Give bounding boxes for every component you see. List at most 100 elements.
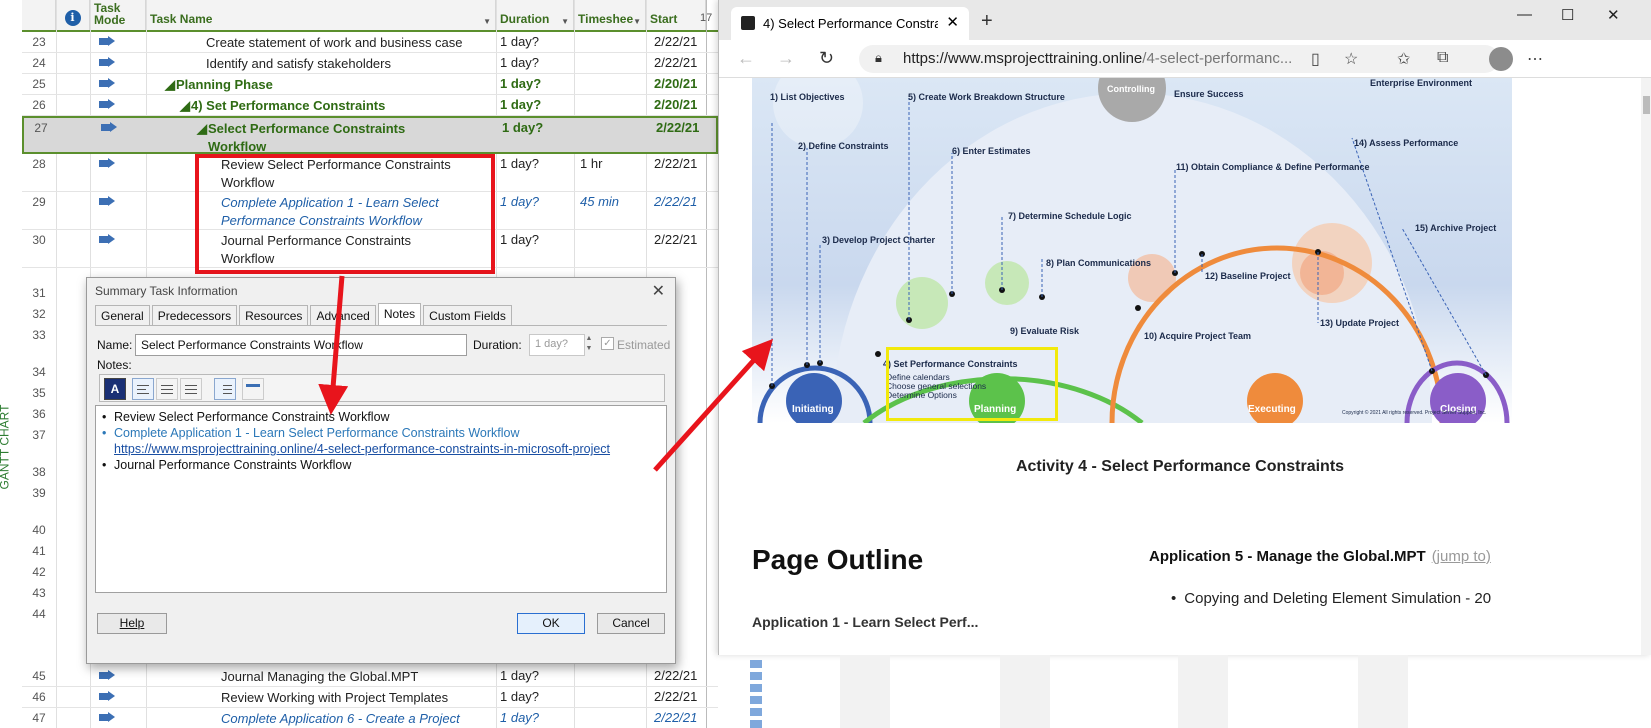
process-diagram-image: Controlling Ensure Success Enterprise En… xyxy=(752,78,1512,423)
tab-predecessors[interactable]: Predecessors xyxy=(151,305,238,325)
collections-icon[interactable]: ⧉ xyxy=(1437,49,1448,67)
page-outline-heading: Page Outline xyxy=(752,544,924,575)
process-arcs xyxy=(757,78,1510,423)
bullets-icon[interactable] xyxy=(214,378,236,400)
refresh-icon[interactable]: ↻ xyxy=(819,48,834,69)
close-tab-icon[interactable]: ✕ xyxy=(946,13,959,31)
duration-label: Duration: xyxy=(473,338,522,352)
collapse-triangle-icon[interactable]: ◢ xyxy=(197,120,207,138)
font-icon[interactable]: A xyxy=(104,378,126,400)
table-row[interactable]: 45 Journal Managing the Global.MPT 1 day… xyxy=(22,666,718,687)
gantt-bars xyxy=(750,660,762,728)
auto-schedule-icon xyxy=(99,99,117,111)
new-tab-icon[interactable]: + xyxy=(981,10,993,33)
ok-button[interactable]: OK xyxy=(517,613,585,634)
yellow-highlight-box xyxy=(886,347,1058,421)
maximize-icon[interactable]: ☐ xyxy=(1561,6,1574,24)
name-label: Name: xyxy=(97,338,133,352)
auto-schedule-icon xyxy=(101,122,119,134)
align-right-icon[interactable] xyxy=(180,378,202,400)
outline-bullet: • Copying and Deleting Element Simulation… xyxy=(1171,590,1492,607)
auto-schedule-icon xyxy=(99,36,117,48)
insert-object-icon[interactable] xyxy=(242,378,264,400)
forward-icon[interactable]: → xyxy=(777,48,795,69)
note-hyperlink[interactable]: https://www.msprojecttraining.online/4-s… xyxy=(102,441,660,457)
info-icon: i xyxy=(64,10,81,26)
browser-background: 4) Select Performance Constraint ✕ + — ☐… xyxy=(718,0,1651,728)
close-window-icon[interactable]: ✕ xyxy=(1607,6,1620,24)
auto-schedule-icon xyxy=(99,57,117,69)
estimated-label: Estimated xyxy=(617,338,671,352)
task-name-header[interactable]: Task Name ▼ xyxy=(146,0,496,30)
task-name: Select Performance Constraints Workflow xyxy=(208,121,406,154)
name-field[interactable]: Select Performance Constraints Workflow xyxy=(135,334,467,356)
table-row-selected[interactable]: 27 ◢ Select Performance Constraints Workf… xyxy=(22,116,718,154)
note-item: Complete Application 1 - Learn Select Pe… xyxy=(102,425,660,441)
reading-view-icon[interactable]: ▯ xyxy=(1311,49,1320,69)
table-row[interactable]: 26 ◢ 4) Set Performance Constraints 1 da… xyxy=(22,95,718,116)
row-num-header[interactable] xyxy=(22,0,56,30)
note-item: Journal Performance Constraints Workflow xyxy=(102,457,660,473)
auto-schedule-icon xyxy=(99,691,117,703)
auto-schedule-icon xyxy=(99,234,117,246)
table-row[interactable]: 46 Review Working with Project Templates… xyxy=(22,687,718,708)
start-header[interactable]: Start xyxy=(646,0,706,30)
auto-schedule-icon xyxy=(99,158,117,170)
help-button[interactable]: Help xyxy=(97,613,167,634)
minimize-icon[interactable]: — xyxy=(1517,6,1532,23)
align-left-icon[interactable] xyxy=(132,378,154,400)
scrollbar-thumb[interactable] xyxy=(1643,96,1650,114)
address-bar-row: ← → ↻ 🔒︎ https://www.msprojecttraining.o… xyxy=(719,40,1651,78)
note-item: Review Select Performance Constraints Wo… xyxy=(102,409,660,425)
gantt-chart-label: GANTT CHART xyxy=(0,404,12,490)
notes-editor[interactable]: Review Select Performance Constraints Wo… xyxy=(95,405,667,593)
indicators-header[interactable]: i xyxy=(56,0,90,30)
lock-icon: 🔒︎ xyxy=(875,50,882,65)
site-favicon-icon xyxy=(741,16,755,30)
gantt-shading xyxy=(1000,655,1050,728)
browser-tab-bar: 4) Select Performance Constraint ✕ + — ☐… xyxy=(719,0,1651,40)
row-numbers-obscured: 31 32 33 34 35 36 37 38 39 40 41 42 43 4… xyxy=(32,286,46,621)
back-icon[interactable]: ← xyxy=(737,48,755,69)
diagram-caption: Activity 4 - Select Performance Constrai… xyxy=(1015,458,1345,475)
tab-custom-fields[interactable]: Custom Fields xyxy=(423,305,512,325)
dropdown-arrow-icon[interactable]: ▼ xyxy=(561,17,569,26)
favorites-icon[interactable]: ✩ xyxy=(1397,49,1410,69)
tab-general[interactable]: General xyxy=(95,305,150,325)
summary-task-information-dialog: Summary Task Information ✕ General Prede… xyxy=(86,277,676,664)
dropdown-arrow-icon[interactable]: ▼ xyxy=(483,17,491,26)
profile-avatar[interactable] xyxy=(1489,47,1513,71)
dialog-title: Summary Task Information xyxy=(95,284,238,298)
notes-toolbar: A xyxy=(99,374,665,402)
notes-label: Notes: xyxy=(97,358,132,372)
task-mode-header[interactable]: Task Mode xyxy=(90,0,146,30)
more-menu-icon[interactable]: ⋯ xyxy=(1527,49,1543,69)
add-favorite-icon[interactable]: ☆ xyxy=(1344,49,1358,69)
duration-field[interactable]: 1 day? xyxy=(529,334,585,356)
web-page-content: Controlling Ensure Success Enterprise En… xyxy=(719,78,1641,655)
duration-header[interactable]: Duration ▼ xyxy=(496,0,574,30)
align-center-icon[interactable] xyxy=(156,378,178,400)
cancel-button[interactable]: Cancel xyxy=(597,613,665,634)
collapse-triangle-icon[interactable]: ◢ xyxy=(165,76,175,94)
estimated-checkbox[interactable]: ✓ xyxy=(601,337,614,350)
timesheet-header[interactable]: Timeshee ▼ xyxy=(574,0,646,30)
close-icon[interactable]: ✕ xyxy=(652,281,665,301)
gantt-shading xyxy=(840,655,890,728)
table-row[interactable]: 24 Identify and satisfy stakeholders 1 d… xyxy=(22,53,718,74)
table-row[interactable]: 25 ◢ Planning Phase 1 day? 2/20/21 xyxy=(22,74,718,95)
duration-spinner-icon[interactable]: ▲ ▼ xyxy=(583,334,595,356)
tab-notes[interactable]: Notes xyxy=(377,303,422,326)
browser-tab[interactable]: 4) Select Performance Constraint ✕ xyxy=(731,7,969,40)
auto-schedule-icon xyxy=(99,196,117,208)
screen: { "project": { "side_label": "GANTT CHAR… xyxy=(0,0,1651,728)
auto-schedule-icon xyxy=(99,670,117,682)
tab-advanced[interactable]: Advanced xyxy=(310,305,376,325)
table-row[interactable]: 47 Complete Application 6 - Create a Pro… xyxy=(22,708,718,728)
jump-to-link[interactable]: (jump to) xyxy=(1432,548,1491,565)
collapse-triangle-icon[interactable]: ◢ xyxy=(180,97,190,115)
tab-resources[interactable]: Resources xyxy=(239,305,309,325)
page-scrollbar[interactable] xyxy=(1641,78,1651,655)
table-row[interactable]: 23 Create statement of work and business… xyxy=(22,32,718,53)
dropdown-arrow-icon[interactable]: ▼ xyxy=(633,17,641,26)
